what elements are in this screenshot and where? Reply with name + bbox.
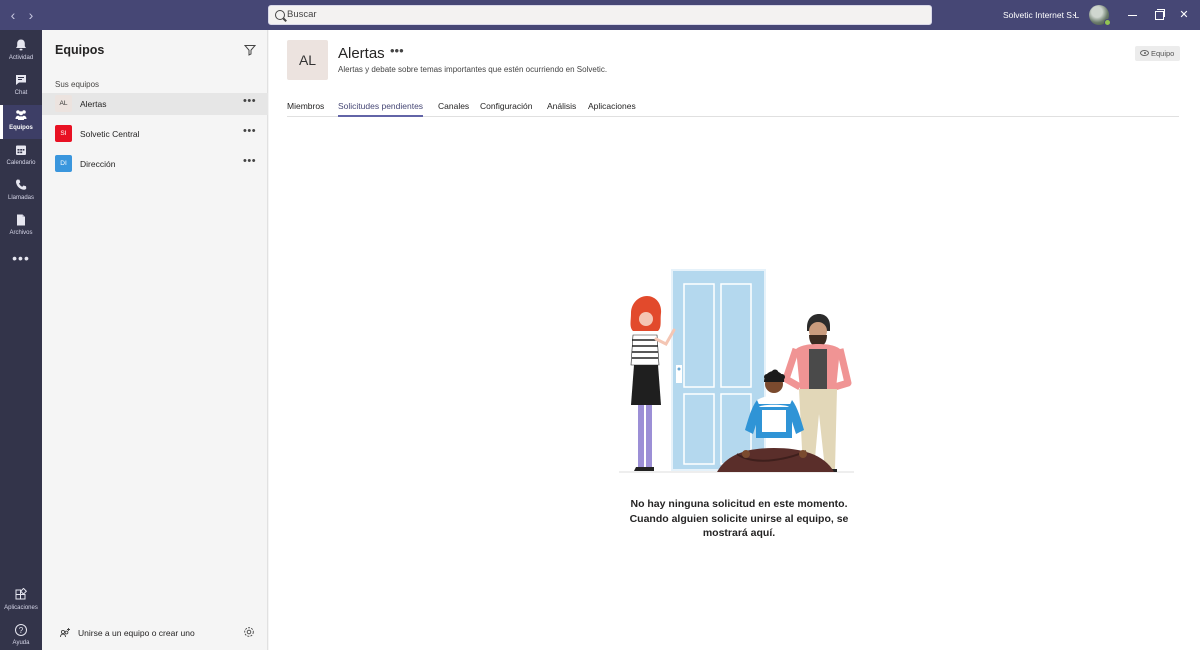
gear-icon[interactable] (243, 626, 255, 638)
restore-icon[interactable] (1152, 8, 1166, 22)
page-title: Alertas (338, 45, 385, 62)
rail-label: Chat (14, 90, 28, 96)
chat-icon (16, 75, 26, 85)
eye-icon (1140, 50, 1149, 56)
tab-solicitudes-pendientes[interactable]: Solicitudes pendientes (338, 101, 424, 117)
apps-icon (15, 588, 28, 600)
team-description: Alertas y debate sobre temas importantes… (338, 65, 608, 74)
tab-analisis[interactable]: Análisis (547, 101, 576, 117)
help-icon: ? (15, 624, 27, 636)
search-icon (275, 10, 285, 20)
forward-arrow-icon[interactable]: › (24, 8, 38, 22)
main-content: AL Alertas ••• Alertas y debate sobre te… (269, 30, 1200, 650)
more-options-icon[interactable]: ••• (243, 125, 256, 137)
team-badge: SI (55, 125, 72, 142)
team-button-label: Equipo (1151, 49, 1175, 58)
file-icon (17, 214, 25, 226)
rail-label: Ayuda (12, 640, 30, 646)
rail-label: Calendario (6, 160, 36, 166)
more-options-icon[interactable]: ••• (243, 95, 256, 107)
team-badge: DI (55, 155, 72, 172)
back-arrow-icon[interactable]: ‹ (6, 8, 20, 22)
rail-item-actividad[interactable]: Actividad (0, 35, 42, 69)
rail-item-calendario[interactable]: Calendario (0, 140, 42, 174)
tab-canales[interactable]: Canales (438, 101, 469, 117)
join-or-create-team-link[interactable]: Unirse a un equipo o crear uno (78, 628, 195, 638)
more-apps-icon[interactable]: ••• (0, 250, 42, 266)
team-item-solvetic-central[interactable]: SI Solvetic Central ••• (42, 123, 268, 145)
rail-label: Aplicaciones (4, 605, 38, 611)
empty-state-message: No hay ninguna solicitud en este momento… (599, 497, 879, 541)
teams-icon (15, 110, 27, 120)
org-name[interactable]: Solvetic Internet S.L (1003, 10, 1079, 20)
filter-icon[interactable] (244, 44, 256, 56)
user-avatar[interactable] (1089, 5, 1111, 26)
app-rail: Actividad Chat Equipos Calendario Llamad… (0, 30, 42, 650)
rail-item-aplicaciones[interactable]: Aplicaciones (0, 585, 42, 619)
team-item-direccion[interactable]: DI Dirección ••• (42, 153, 268, 175)
minimize-icon[interactable] (1126, 8, 1140, 22)
empty-state-illustration (619, 269, 854, 473)
team-name: Alertas (80, 99, 107, 109)
rail-label: Equipos (9, 125, 33, 131)
tab-configuracion[interactable]: Configuración (480, 101, 532, 117)
rail-item-llamadas[interactable]: Llamadas (0, 175, 42, 209)
close-icon[interactable]: ✕ (1177, 8, 1191, 22)
team-avatar: AL (287, 40, 328, 80)
team-name: Dirección (80, 159, 116, 169)
empty-state-line: mostrará aquí. (702, 527, 776, 539)
tab-aplicaciones[interactable]: Aplicaciones (588, 101, 636, 117)
empty-state-line: Cuando alguien solicite unirse al equipo… (629, 512, 849, 525)
bell-icon (16, 39, 26, 51)
svg-text:?: ? (19, 626, 24, 635)
rail-item-chat[interactable]: Chat (0, 70, 42, 104)
section-label: Sus equipos (55, 80, 100, 89)
panel-title: Equipos (55, 43, 105, 57)
team-button[interactable]: Equipo (1135, 46, 1180, 61)
more-options-icon[interactable]: ••• (390, 43, 404, 58)
team-name: Solvetic Central (80, 129, 140, 139)
tab-bar: Miembros Solicitudes pendientes Canales … (287, 100, 1179, 117)
team-badge: AL (55, 95, 72, 112)
empty-state-line: No hay ninguna solicitud en este momento… (630, 498, 848, 510)
teams-panel: Equipos Sus equipos AL Alertas ••• SI So… (42, 30, 268, 650)
phone-icon (15, 179, 27, 190)
team-item-alertas[interactable]: AL Alertas ••• (42, 93, 268, 115)
status-available-icon (1104, 19, 1111, 26)
search-input[interactable]: Buscar (268, 5, 932, 25)
rail-label: Llamadas (7, 195, 34, 201)
more-options-icon[interactable]: ••• (243, 155, 256, 167)
rail-item-equipos[interactable]: Equipos (0, 105, 42, 139)
rail-item-ayuda[interactable]: ? Ayuda (0, 620, 42, 650)
tab-miembros[interactable]: Miembros (287, 101, 324, 117)
rail-label: Archivos (9, 230, 33, 236)
search-placeholder: Buscar (287, 9, 317, 20)
rail-label: Actividad (8, 55, 34, 61)
chevron-down-icon[interactable]: ⌄ (1071, 9, 1078, 18)
calendar-icon (16, 145, 26, 155)
rail-item-archivos[interactable]: Archivos (0, 210, 42, 244)
join-team-icon[interactable] (59, 627, 71, 639)
title-bar: ‹ › Buscar Solvetic Internet S.L ⌄ ✕ (0, 0, 1200, 30)
